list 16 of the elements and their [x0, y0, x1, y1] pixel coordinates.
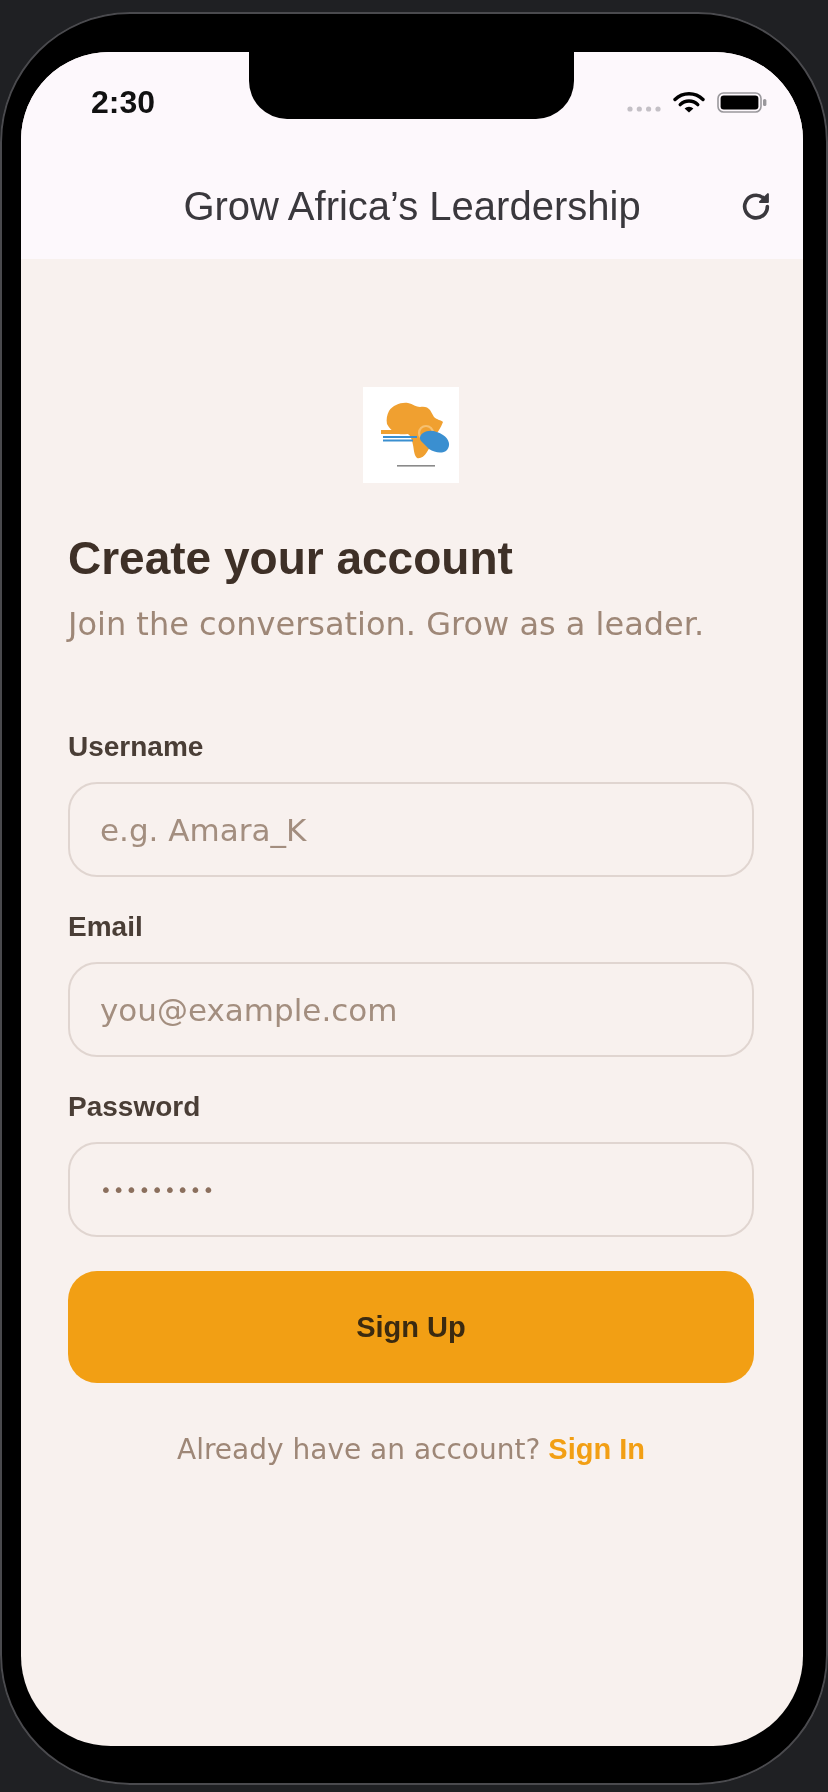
- battery-icon: [717, 91, 767, 113]
- africa-logo-icon: [363, 387, 459, 483]
- username-field[interactable]: e.g. Amara_K: [68, 782, 754, 877]
- status-time: 2:30: [91, 84, 156, 120]
- field-label: Password: [68, 1090, 201, 1124]
- signal-icon: [627, 106, 661, 112]
- field-label: Username: [68, 730, 204, 764]
- field-label: Email: [68, 910, 143, 944]
- password-field[interactable]: •••••••••: [68, 1142, 754, 1237]
- app-title: Grow Africa’s Leardership: [183, 182, 641, 230]
- account-prompt: Already have an account?: [177, 1433, 541, 1467]
- sign-up-button[interactable]: Sign Up: [68, 1271, 754, 1383]
- wifi-icon: [673, 91, 705, 113]
- email-field[interactable]: you@example.com: [68, 962, 754, 1057]
- form-title: Create your account: [68, 532, 514, 585]
- form-subtitle: Join the conversation. Grow as a leader.: [68, 605, 706, 643]
